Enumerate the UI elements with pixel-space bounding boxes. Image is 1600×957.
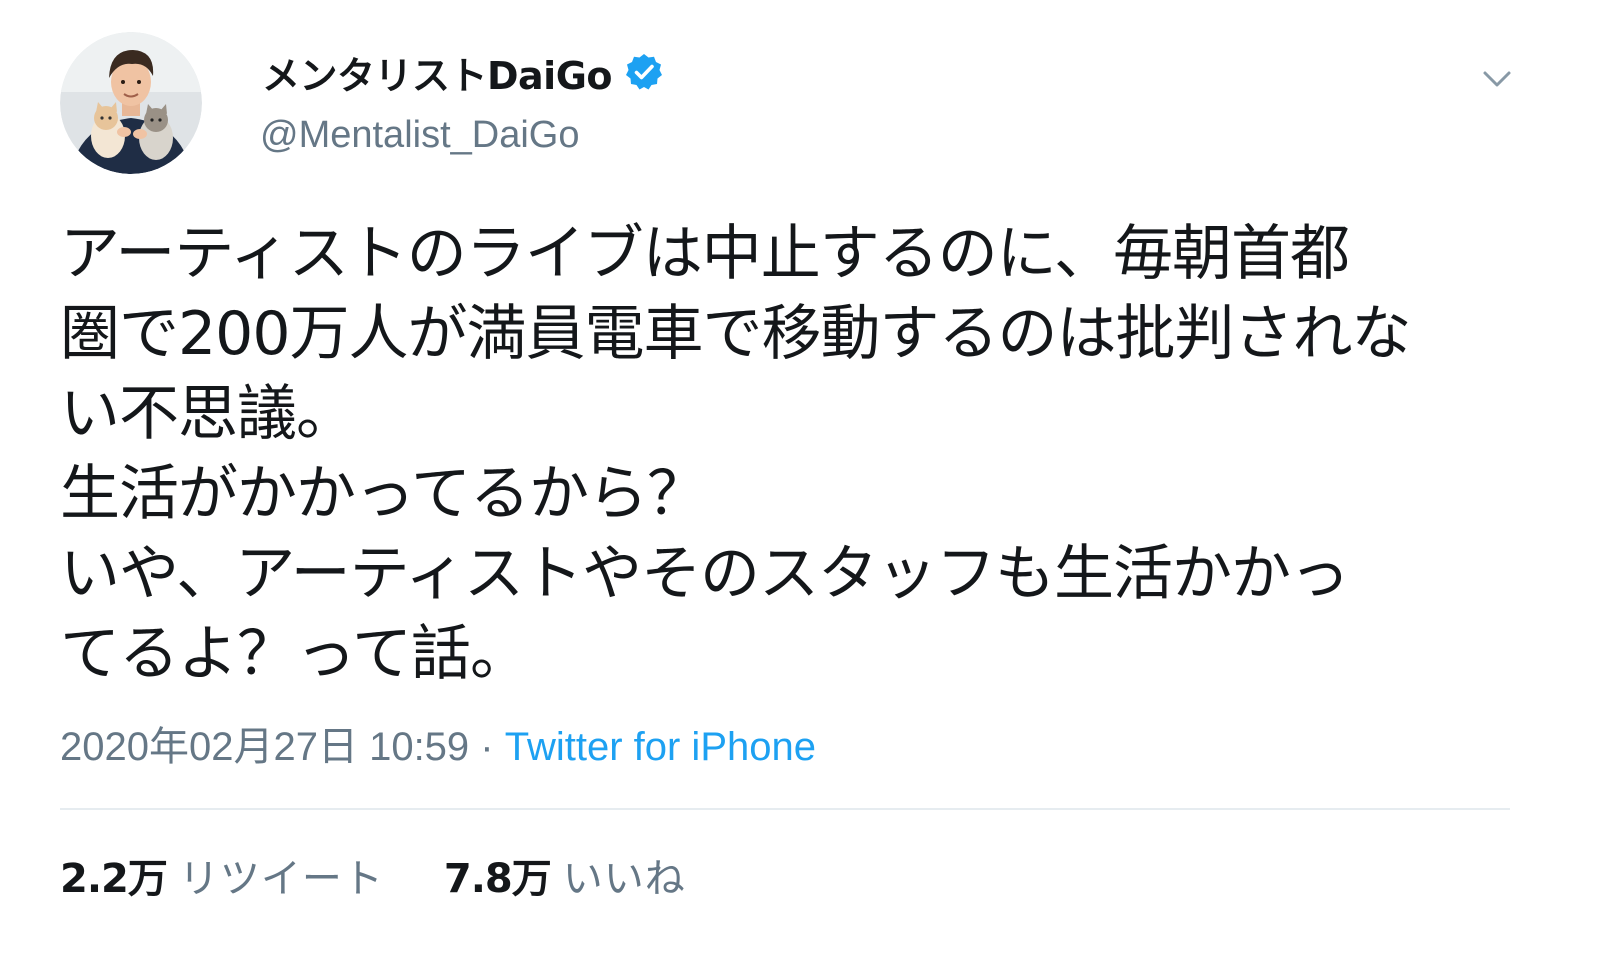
author-handle[interactable]: @Mentalist_DaiGo [260,114,579,157]
retweet-label: リツイート [178,856,384,902]
tweet-text-line: 圏で200万人が満員電車で移動するのは批判されな [60,299,1412,369]
avatar[interactable] [60,32,202,174]
tweet-text-line: アーティストのライブは中止するのに、毎朝首都 [60,219,1350,289]
likes-stat[interactable]: 7.8万 いいね [444,846,686,904]
tweet-text-line: てるよ？って話。 [60,619,530,689]
retweet-count: 2.2万 [60,856,168,902]
like-count: 7.8万 [443,856,552,902]
divider [60,808,1510,810]
tweet-stats: 2.2万 リツイート 7.8万 いいね [60,846,686,904]
verified-badge-icon [624,52,664,92]
tweet-detail: メンタリストDaiGo @Mentalist_DaiGo アーティストのライブは… [0,0,1600,957]
author-name-row[interactable]: メンタリストDaiGo [262,44,664,100]
author-display-name: メンタリストDaiGo [262,53,613,98]
tweet-meta: 2020年02月27日 10:59 · Twitter for iPhone [60,714,816,772]
tweet-source-link[interactable]: Twitter for iPhone [505,725,816,769]
profile-photo-avatar [60,32,202,174]
tweet-text-line: いや、アーティストやそのスタッフも生活かかっ [60,539,1350,609]
meta-separator: · [469,725,505,769]
chevron-down-icon[interactable] [1480,62,1514,96]
like-label: いいね [562,856,686,902]
tweet-text-line: い不思議。 [60,379,356,449]
retweets-stat[interactable]: 2.2万 リツイート [60,846,384,904]
tweet-timestamp[interactable]: 2020年02月27日 10:59 [60,725,469,769]
tweet-text-line: 生活がかかってるから？ [60,459,707,529]
tweet-text: アーティストのライブは中止するのに、毎朝首都 圏で200万人が満員電車で移動する… [60,214,1550,694]
